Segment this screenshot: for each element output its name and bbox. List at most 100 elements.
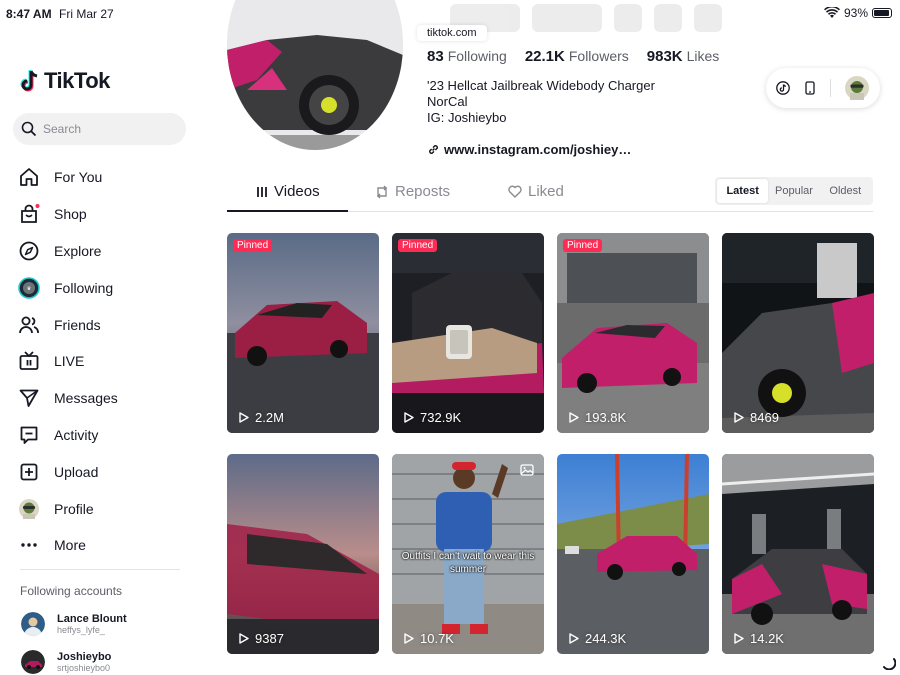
- activity-icon: [20, 426, 38, 444]
- svg-text:♛: ♛: [27, 286, 31, 292]
- sidebar-item-upload[interactable]: Upload: [18, 453, 193, 490]
- heart-icon: [508, 185, 522, 198]
- tiktok-logo[interactable]: TikTok: [20, 68, 110, 94]
- grid-lines-icon: [257, 186, 267, 197]
- view-count-text: 244.3K: [585, 631, 627, 646]
- tiktok-logo-icon: [20, 70, 38, 92]
- profile-avatar[interactable]: [227, 0, 403, 150]
- likes-stat: 983K Likes: [647, 48, 720, 65]
- view-count-text: 14.2K: [750, 631, 784, 646]
- following-count: 83: [427, 48, 444, 65]
- video-thumbnail: [227, 454, 379, 654]
- following-avatar-icon: ♛: [18, 276, 40, 299]
- profile-link[interactable]: www.instagram.com/joshiey…: [427, 142, 631, 157]
- search-input[interactable]: Search: [13, 113, 186, 145]
- sidebar-item-for-you[interactable]: For You: [18, 159, 193, 196]
- sidebar-item-label: More: [54, 537, 86, 554]
- sidebar-item-explore[interactable]: Explore: [18, 233, 193, 270]
- home-icon: [20, 168, 38, 187]
- play-icon: [569, 412, 579, 423]
- bio-line: NorCal: [427, 94, 468, 109]
- view-count-text: 9387: [255, 631, 284, 646]
- view-count-text: 193.8K: [585, 410, 627, 425]
- sort-oldest[interactable]: Oldest: [820, 179, 871, 203]
- video-card[interactable]: 9387: [227, 454, 379, 654]
- sidebar-item-label: For You: [54, 169, 103, 186]
- sidebar-item-label: Shop: [54, 206, 87, 223]
- upload-icon: [20, 463, 38, 481]
- sidebar-item-profile[interactable]: Profile: [18, 490, 193, 527]
- compass-icon: [19, 241, 39, 261]
- link-icon: [429, 145, 438, 154]
- tab-reposts[interactable]: Reposts: [375, 183, 450, 200]
- following-account-name: Joshieybo: [57, 651, 112, 663]
- video-card[interactable]: Pinned 732.9K: [392, 233, 544, 433]
- video-thumbnail: [722, 233, 874, 433]
- sidebar-item-more[interactable]: More: [18, 527, 193, 564]
- likes-label: Likes: [686, 48, 720, 64]
- tab-label: Videos: [274, 183, 320, 200]
- profile-link-text: www.instagram.com/joshiey…: [444, 142, 632, 157]
- toolbar-divider: [830, 79, 831, 97]
- messages-icon: [19, 389, 39, 408]
- floating-toolbar: [766, 68, 880, 108]
- view-count: 8469: [734, 410, 779, 425]
- sidebar-item-activity[interactable]: Activity: [18, 417, 193, 454]
- view-count-text: 2.2M: [255, 410, 284, 425]
- following-account-name: Lance Blount: [57, 613, 127, 625]
- following-stat[interactable]: 83 Following: [427, 48, 507, 65]
- url-pill: tiktok.com: [417, 25, 487, 41]
- view-count: 732.9K: [404, 410, 461, 425]
- status-date: Fri Mar 27: [59, 7, 114, 21]
- sidebar-item-label: Friends: [54, 316, 101, 333]
- sidebar-item-label: Upload: [54, 463, 99, 480]
- view-count-text: 732.9K: [420, 410, 462, 425]
- following-account-item[interactable]: Joshieybo srtjoshieybo0: [21, 650, 111, 674]
- video-card[interactable]: Outfits I can't wait to wear this summer…: [392, 454, 544, 654]
- sort-segmented-control: Latest Popular Oldest: [715, 177, 873, 205]
- following-account-handle: heffys_lyfe_: [57, 625, 105, 635]
- tab-label: Reposts: [395, 183, 451, 200]
- avatar[interactable]: [845, 76, 869, 100]
- tiktok-small-icon[interactable]: [776, 81, 790, 95]
- pinned-badge: Pinned: [563, 239, 603, 252]
- tab-liked[interactable]: Liked: [508, 183, 564, 200]
- sidebar-item-messages[interactable]: Messages: [18, 380, 193, 417]
- sort-latest[interactable]: Latest: [717, 179, 769, 203]
- bio-line: IG: Joshieybo: [427, 110, 507, 125]
- sidebar-item-following[interactable]: ♛ Following: [18, 269, 193, 306]
- followers-count: 22.1K: [524, 48, 565, 65]
- sidebar-item-live[interactable]: LIVE: [18, 343, 193, 380]
- followers-stat[interactable]: 22.1K Followers: [525, 48, 629, 65]
- device-icon[interactable]: [804, 81, 816, 95]
- sidebar-item-shop[interactable]: Shop: [18, 196, 193, 233]
- video-card[interactable]: 14.2K: [722, 454, 874, 654]
- likes-count: 983K: [646, 48, 683, 65]
- live-icon: [19, 351, 39, 371]
- tab-label: Liked: [528, 183, 564, 200]
- video-card[interactable]: 244.3K: [557, 454, 709, 654]
- video-thumbnail: [227, 233, 379, 433]
- video-card[interactable]: 8469: [722, 233, 874, 433]
- profile-avatar-image: [227, 0, 403, 150]
- following-label: Following: [447, 48, 507, 64]
- following-account-item[interactable]: Lance Blount heffys_lyfe_: [21, 612, 127, 636]
- sort-popular[interactable]: Popular: [768, 179, 819, 203]
- profile-stats: 83 Following 22.1K Followers 983K Likes: [427, 48, 719, 65]
- tab-videos[interactable]: Videos: [256, 183, 320, 200]
- friends-icon: [19, 316, 39, 333]
- sidebar-item-friends[interactable]: Friends: [18, 306, 193, 343]
- video-card[interactable]: Pinned 2.2M: [227, 233, 379, 433]
- video-card[interactable]: Pinned 193.8K: [557, 233, 709, 433]
- followers-label: Followers: [568, 48, 629, 64]
- view-count: 14.2K: [734, 631, 784, 646]
- sidebar-item-label: LIVE: [54, 353, 85, 370]
- shop-icon: [21, 204, 40, 224]
- video-thumbnail: [722, 454, 874, 654]
- view-count: 10.7K: [404, 631, 454, 646]
- sidebar: TikTok Search For You Shop Explore ♛ Fol…: [0, 26, 205, 675]
- play-icon: [734, 633, 744, 644]
- sidebar-item-label: Activity: [54, 426, 99, 443]
- pinned-badge: Pinned: [398, 239, 438, 252]
- active-tab-indicator: [227, 210, 348, 212]
